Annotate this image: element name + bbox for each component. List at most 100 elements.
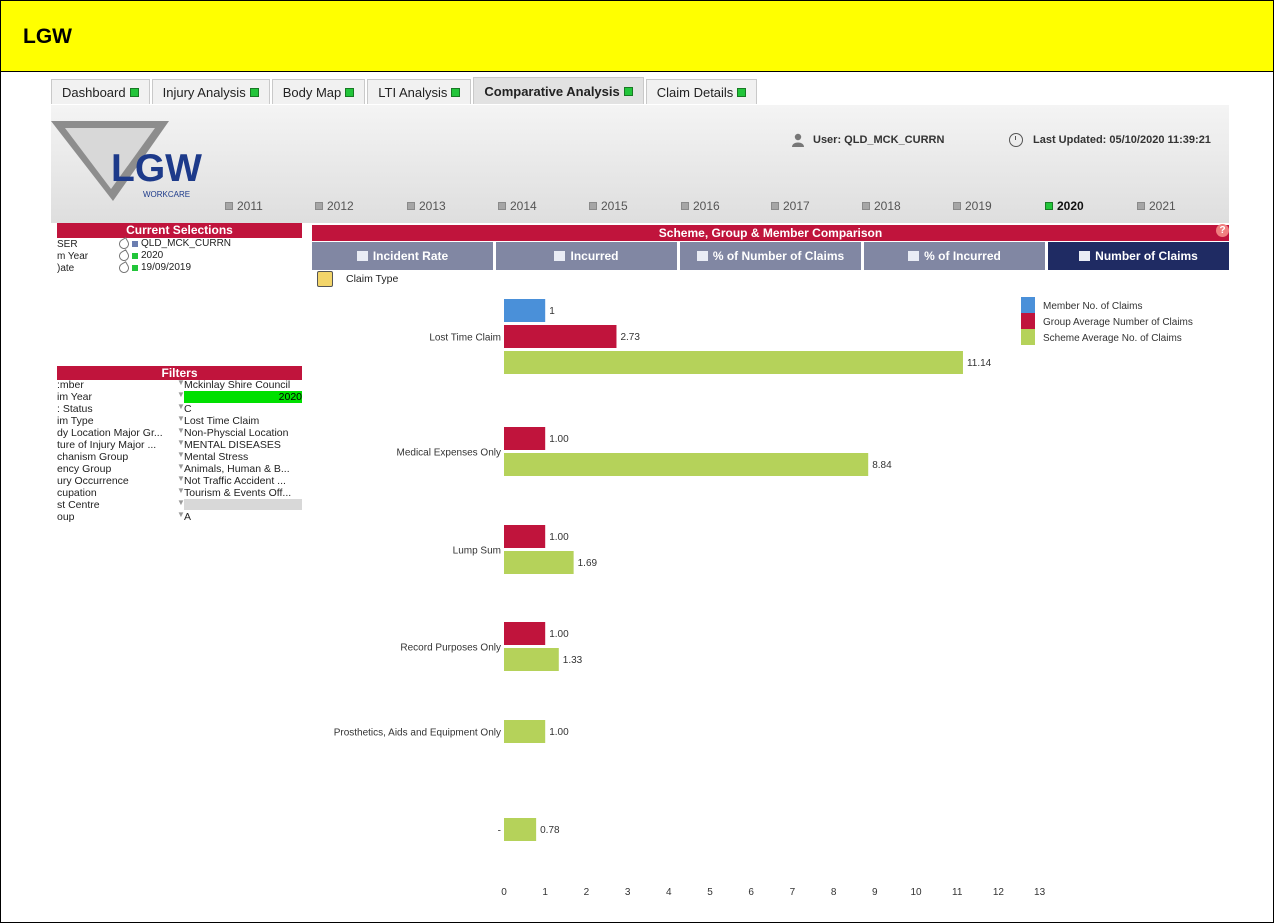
- year-label: 2018: [874, 199, 901, 213]
- selection-value[interactable]: 2020: [117, 248, 163, 263]
- x-tick-label: 6: [748, 887, 754, 898]
- filter-value[interactable]: A: [184, 511, 302, 523]
- eraser-icon[interactable]: [117, 236, 131, 251]
- comparison-header: Scheme, Group & Member Comparison: [312, 225, 1229, 241]
- bar-chart-icon: [908, 251, 920, 261]
- filter-value[interactable]: [184, 499, 302, 510]
- filter-label: :mber: [57, 379, 84, 391]
- metric-tab-label: % of Incurred: [924, 249, 1001, 263]
- year-button-2011[interactable]: 2011: [225, 199, 263, 213]
- category-label: -: [498, 826, 501, 837]
- year-selector: 2011 2012 2013 2014 2015 2016 2017 2018 2019 2020…: [51, 199, 1229, 217]
- year-button-2017[interactable]: 2017: [771, 199, 810, 213]
- lgw-logo: LGW WORKCARE: [51, 119, 231, 209]
- data-label: 0.78: [540, 825, 560, 836]
- metric-tab-incurred[interactable]: Incurred: [496, 242, 677, 270]
- year-button-2020[interactable]: 2020: [1045, 199, 1084, 213]
- filter-value[interactable]: Not Traffic Accident ...: [184, 475, 302, 487]
- metric-tab-of-incurred[interactable]: % of Incurred: [864, 242, 1045, 270]
- year-status-icon: [953, 202, 961, 210]
- category-label: Medical Expenses Only: [397, 448, 502, 459]
- data-label: 1.00: [549, 434, 569, 445]
- chart-metric-tabs: Incident Rate Incurred % of Number of Clai…: [312, 242, 1229, 270]
- tab-label: Comparative Analysis: [484, 83, 620, 99]
- x-tick-label: 4: [666, 887, 672, 898]
- selection-label: )ate: [57, 263, 75, 274]
- year-status-icon: [407, 202, 415, 210]
- year-button-2021[interactable]: 2021: [1137, 199, 1176, 213]
- legend-swatch: [1021, 313, 1035, 329]
- bar: [504, 351, 963, 374]
- filter-label: dy Location Major Gr...: [57, 427, 163, 439]
- claims-bar-chart: 1 2.73 11.14 Lost Time Claim 1.00 8.84 Medical…: [334, 297, 1193, 898]
- lock-square-icon: [132, 240, 138, 247]
- status-square-icon: [132, 252, 138, 259]
- filter-value[interactable]: Lost Time Claim: [184, 415, 302, 427]
- filter-value[interactable]: C: [184, 403, 302, 415]
- data-label: 8.84: [872, 460, 892, 471]
- selection-label: SER: [57, 239, 78, 250]
- year-button-2013[interactable]: 2013: [407, 199, 446, 213]
- filter-label: chanism Group: [57, 451, 129, 463]
- filter-row[interactable]: oup ▼ A: [57, 510, 302, 523]
- filter-value[interactable]: Mckinlay Shire Council: [184, 379, 302, 391]
- legend-swatch: [1021, 297, 1035, 313]
- filter-value[interactable]: MENTAL DISEASES: [184, 439, 302, 451]
- status-dot-icon: [345, 87, 355, 97]
- banner-title: LGW: [23, 25, 72, 48]
- help-icon[interactable]: ?: [1216, 224, 1229, 237]
- selection-value[interactable]: 19/09/2019: [117, 260, 192, 275]
- category-label: Record Purposes Only: [400, 643, 501, 654]
- year-button-2014[interactable]: 2014: [498, 199, 537, 213]
- eraser-icon[interactable]: [117, 260, 131, 275]
- year-label: 2016: [693, 199, 720, 213]
- tab-label: LTI Analysis: [378, 84, 448, 100]
- selection-value-text: 19/09/2019: [141, 262, 192, 273]
- year-status-icon: [681, 202, 689, 210]
- status-dot-icon: [129, 87, 139, 97]
- year-label: 2020: [1057, 199, 1084, 213]
- filter-label: ture of Injury Major ...: [57, 439, 157, 451]
- tab-claim-details[interactable]: Claim Details: [645, 79, 758, 104]
- filter-label: im Year: [57, 391, 93, 403]
- bar: [504, 525, 546, 548]
- bar-chart-icon: [356, 251, 368, 261]
- filter-label: st Centre: [57, 499, 100, 511]
- year-button-2019[interactable]: 2019: [953, 199, 992, 213]
- filter-value[interactable]: 2020: [184, 391, 302, 403]
- tab-comparative-analysis[interactable]: Comparative Analysis: [473, 77, 644, 104]
- filter-value[interactable]: Animals, Human & B...: [184, 463, 302, 475]
- tab-dashboard[interactable]: Dashboard: [51, 79, 150, 104]
- tab-lti-analysis[interactable]: LTI Analysis: [367, 79, 472, 104]
- year-button-2015[interactable]: 2015: [589, 199, 628, 213]
- year-status-icon: [589, 202, 597, 210]
- last-updated-label: Last Updated: 05/10/2020 11:39:21: [1033, 134, 1211, 146]
- tab-label: Claim Details: [656, 84, 734, 100]
- data-label: 1.00: [549, 629, 569, 640]
- tab-body-map[interactable]: Body Map: [271, 79, 366, 104]
- metric-tab-of-number-of-claims[interactable]: % of Number of Claims: [680, 242, 861, 270]
- year-status-icon: [315, 202, 323, 210]
- tab-label: Dashboard: [62, 84, 126, 100]
- user-icon: [792, 133, 804, 147]
- filter-label: cupation: [57, 487, 97, 499]
- filter-label: im Type: [57, 415, 94, 427]
- banner: LGW: [1, 1, 1273, 72]
- year-button-2018[interactable]: 2018: [862, 199, 901, 213]
- year-status-icon: [1137, 202, 1145, 210]
- metric-tab-number-of-claims[interactable]: Number of Claims: [1048, 242, 1229, 270]
- selection-value-text: QLD_MCK_CURRN: [141, 238, 232, 249]
- metric-tab-incident-rate[interactable]: Incident Rate: [312, 242, 493, 270]
- eraser-icon[interactable]: [117, 248, 131, 263]
- selection-value[interactable]: QLD_MCK_CURRN: [117, 236, 232, 251]
- status-dot-icon: [249, 87, 259, 97]
- year-button-2016[interactable]: 2016: [681, 199, 720, 213]
- tab-injury-analysis[interactable]: Injury Analysis: [151, 79, 270, 104]
- year-label: 2012: [327, 199, 354, 213]
- user-label: User: QLD_MCK_CURRN: [813, 134, 945, 146]
- year-button-2012[interactable]: 2012: [315, 199, 354, 213]
- x-tick-label: 13: [1034, 887, 1046, 898]
- filter-value[interactable]: Mental Stress: [184, 451, 302, 463]
- filter-value[interactable]: Non-Physcial Location: [184, 427, 302, 439]
- filter-value[interactable]: Tourism & Events Off...: [184, 487, 302, 499]
